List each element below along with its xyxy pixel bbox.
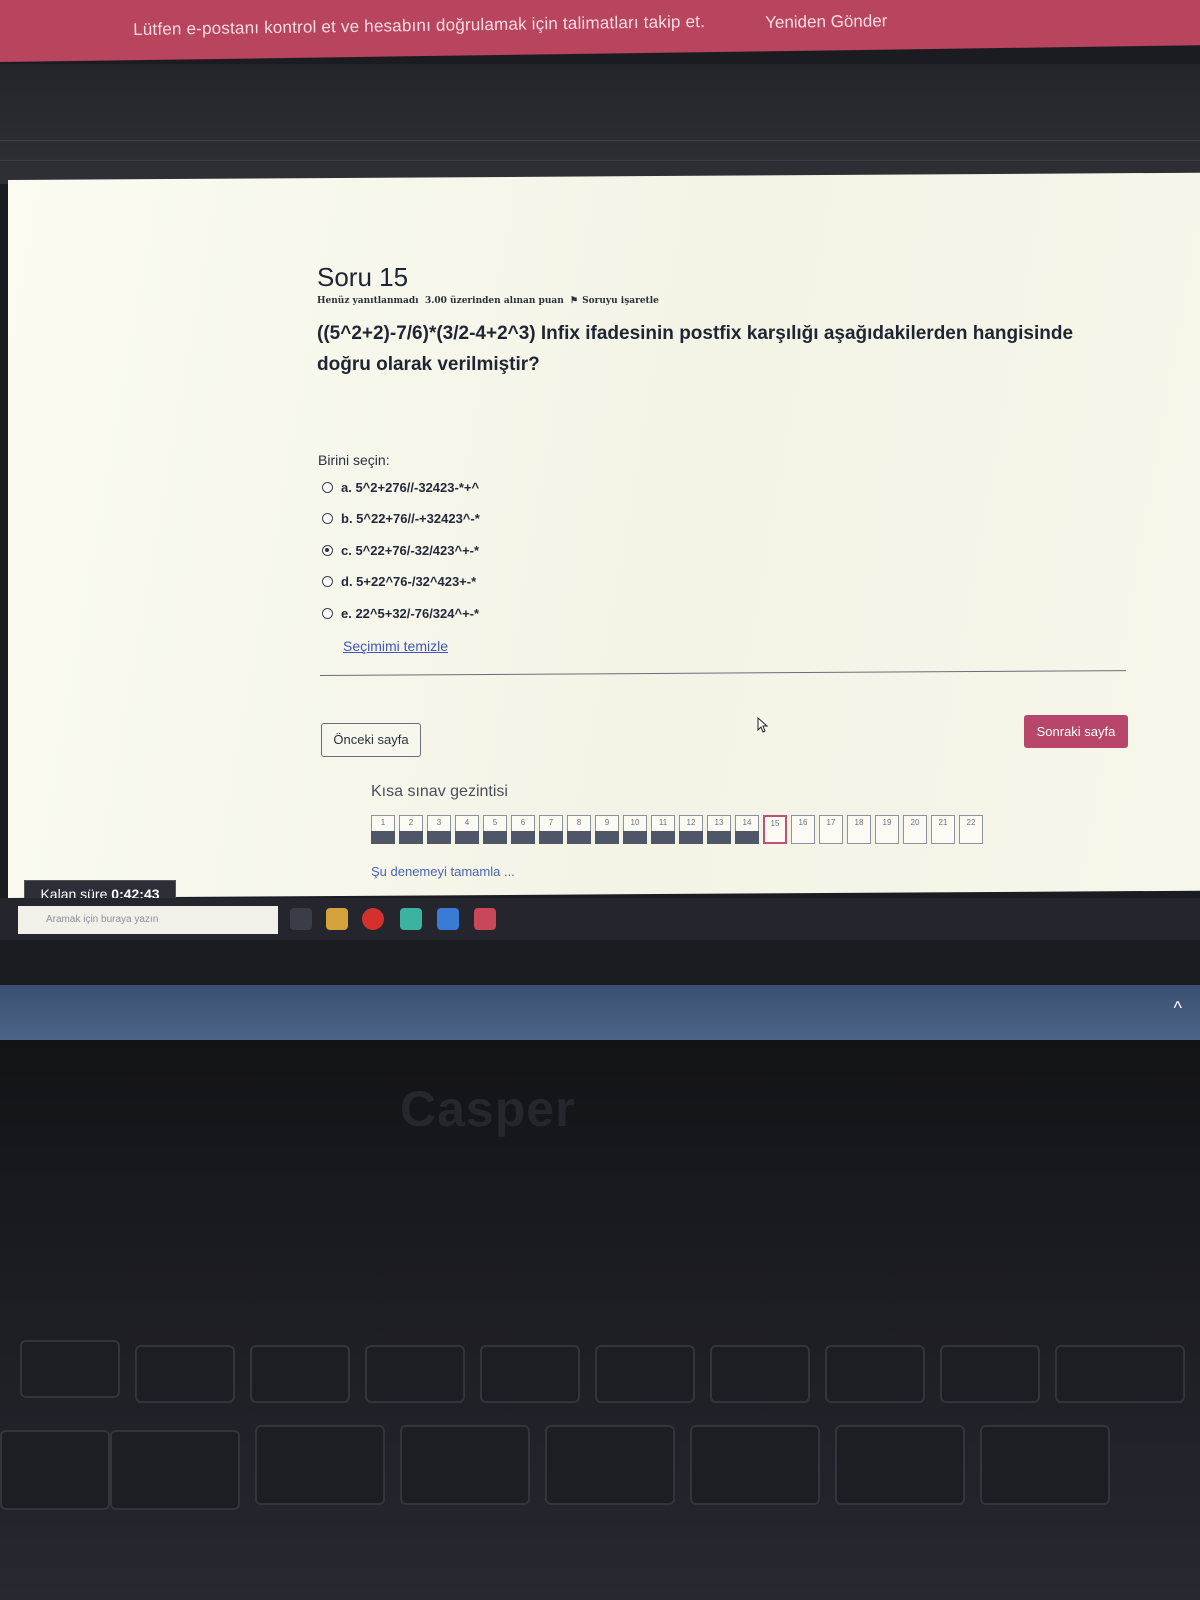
option-b[interactable]: b. 5^22+76//-+32423^-* bbox=[322, 511, 480, 526]
question-text: ((5^2+2)-7/6)*(3/2-4+2^3) Infix ifadesin… bbox=[317, 323, 1074, 375]
clear-selection-link[interactable]: Seçimimi temizle bbox=[343, 638, 448, 654]
resend-link[interactable]: Yeniden Gönder bbox=[765, 11, 888, 33]
next-page-button[interactable]: Sonraki sayfa bbox=[1024, 715, 1128, 748]
question-status: Henüz yanıtlanmadı bbox=[317, 296, 419, 306]
keyboard-key bbox=[835, 1425, 965, 1505]
quiz-nav-page-21[interactable]: 21 bbox=[931, 815, 955, 844]
quiz-nav-page-4[interactable]: 4 bbox=[455, 815, 479, 844]
radio-e[interactable] bbox=[322, 608, 333, 619]
quiz-nav-page-6[interactable]: 6 bbox=[511, 815, 535, 844]
option-a[interactable]: a. 5^2+276//-32423-*+^ bbox=[322, 480, 479, 495]
task-view-icon[interactable] bbox=[290, 908, 312, 930]
mouse-cursor-icon bbox=[757, 717, 769, 733]
quiz-nav-page-5[interactable]: 5 bbox=[483, 815, 507, 844]
flag-question-label: Soruyu işaretle bbox=[582, 296, 659, 306]
option-b-label: b. 5^22+76//-+32423^-* bbox=[341, 511, 480, 526]
quiz-nav-page-17[interactable]: 17 bbox=[819, 815, 843, 844]
quiz-nav-page-3[interactable]: 3 bbox=[427, 815, 451, 844]
quiz-navigation-title: Kısa sınav gezintisi bbox=[371, 783, 508, 800]
radio-b[interactable] bbox=[322, 513, 333, 524]
keyboard-key bbox=[400, 1425, 530, 1505]
quiz-nav-page-20[interactable]: 20 bbox=[903, 815, 927, 844]
option-d[interactable]: d. 5+22^76-/32^423+-* bbox=[322, 574, 476, 589]
quiz-nav-page-12[interactable]: 12 bbox=[679, 815, 703, 844]
quiz-nav-page-1[interactable]: 1 bbox=[371, 815, 395, 844]
keyboard-key bbox=[690, 1425, 820, 1505]
keyboard-key bbox=[710, 1345, 810, 1403]
radio-c[interactable] bbox=[322, 545, 333, 556]
option-c[interactable]: c. 5^22+76/-32/423^+-* bbox=[322, 543, 479, 558]
question-title: Soru 15 bbox=[317, 262, 409, 292]
quiz-nav-page-10[interactable]: 10 bbox=[623, 815, 647, 844]
radio-a[interactable] bbox=[322, 482, 333, 493]
app-icon[interactable] bbox=[437, 908, 459, 930]
option-e[interactable]: e. 22^5+32/-76/324^+-* bbox=[322, 606, 479, 621]
quiz-nav-page-22[interactable]: 22 bbox=[959, 815, 983, 844]
quiz-nav-page-14[interactable]: 14 bbox=[735, 815, 759, 844]
quiz-page bbox=[8, 172, 1200, 899]
flag-question[interactable]: ⚑ Soruyu işaretle bbox=[570, 296, 659, 306]
file-explorer-icon[interactable] bbox=[326, 908, 348, 930]
quiz-nav-page-15[interactable]: 15 bbox=[763, 815, 787, 844]
keyboard-key bbox=[110, 1430, 240, 1510]
choose-label: Birini seçin: bbox=[318, 452, 390, 468]
quiz-nav-page-16[interactable]: 16 bbox=[791, 815, 815, 844]
quiz-nav-page-8[interactable]: 8 bbox=[567, 815, 591, 844]
taskbar-search-input[interactable]: Aramak için buraya yazın bbox=[18, 906, 278, 934]
keyboard-key bbox=[545, 1425, 675, 1505]
keyboard-key bbox=[365, 1345, 465, 1403]
option-d-label: d. 5+22^76-/32^423+-* bbox=[341, 574, 477, 589]
keyboard-key bbox=[0, 1430, 110, 1510]
keyboard-key bbox=[1055, 1345, 1185, 1403]
monitor-reflection bbox=[0, 985, 1200, 1040]
quiz-nav-page-13[interactable]: 13 bbox=[707, 815, 731, 844]
radio-d[interactable] bbox=[322, 576, 333, 587]
keyboard-key bbox=[480, 1345, 580, 1403]
option-c-label: c. 5^22+76/-32/423^+-* bbox=[341, 543, 480, 558]
keyboard-key bbox=[940, 1345, 1040, 1403]
quiz-nav-page-11[interactable]: 11 bbox=[651, 815, 675, 844]
brand-logo: Casper bbox=[400, 1081, 576, 1137]
keyboard-key bbox=[825, 1345, 925, 1403]
finish-attempt-link[interactable]: Şu denemeyi tamamla ... bbox=[371, 864, 515, 879]
laptop-body bbox=[0, 1040, 1200, 1600]
keyboard-key bbox=[20, 1340, 120, 1398]
quiz-navigation-grid: 1 2 3 4 5 6 7 8 9 10 11 12 13 14 15 16 17 18 19 20 21 22 bbox=[371, 815, 983, 844]
quiz-nav-page-19[interactable]: 19 bbox=[875, 815, 899, 844]
app-icon[interactable] bbox=[474, 908, 496, 930]
keyboard-key bbox=[255, 1425, 385, 1505]
browser-chrome bbox=[0, 64, 1200, 184]
app-icon[interactable] bbox=[400, 908, 422, 930]
flag-icon: ⚑ bbox=[570, 296, 579, 306]
address-divider bbox=[0, 160, 1200, 161]
quiz-nav-page-18[interactable]: 18 bbox=[847, 815, 871, 844]
keyboard-key bbox=[250, 1345, 350, 1403]
question-points: 3.00 üzerinden alınan puan bbox=[425, 296, 564, 306]
tray-chevron-icon[interactable]: ^ bbox=[1174, 998, 1182, 1019]
previous-page-button[interactable]: Önceki sayfa bbox=[321, 723, 421, 757]
option-a-label: a. 5^2+276//-32423-*+^ bbox=[341, 480, 480, 495]
opera-browser-icon[interactable] bbox=[362, 908, 384, 930]
keyboard-key bbox=[980, 1425, 1110, 1505]
keyboard-key bbox=[595, 1345, 695, 1403]
quiz-nav-page-7[interactable]: 7 bbox=[539, 815, 563, 844]
quiz-nav-page-9[interactable]: 9 bbox=[595, 815, 619, 844]
quiz-nav-page-2[interactable]: 2 bbox=[399, 815, 423, 844]
tab-divider bbox=[0, 140, 1200, 141]
option-e-label: e. 22^5+32/-76/324^+-* bbox=[341, 606, 480, 621]
keyboard-key bbox=[135, 1345, 235, 1403]
